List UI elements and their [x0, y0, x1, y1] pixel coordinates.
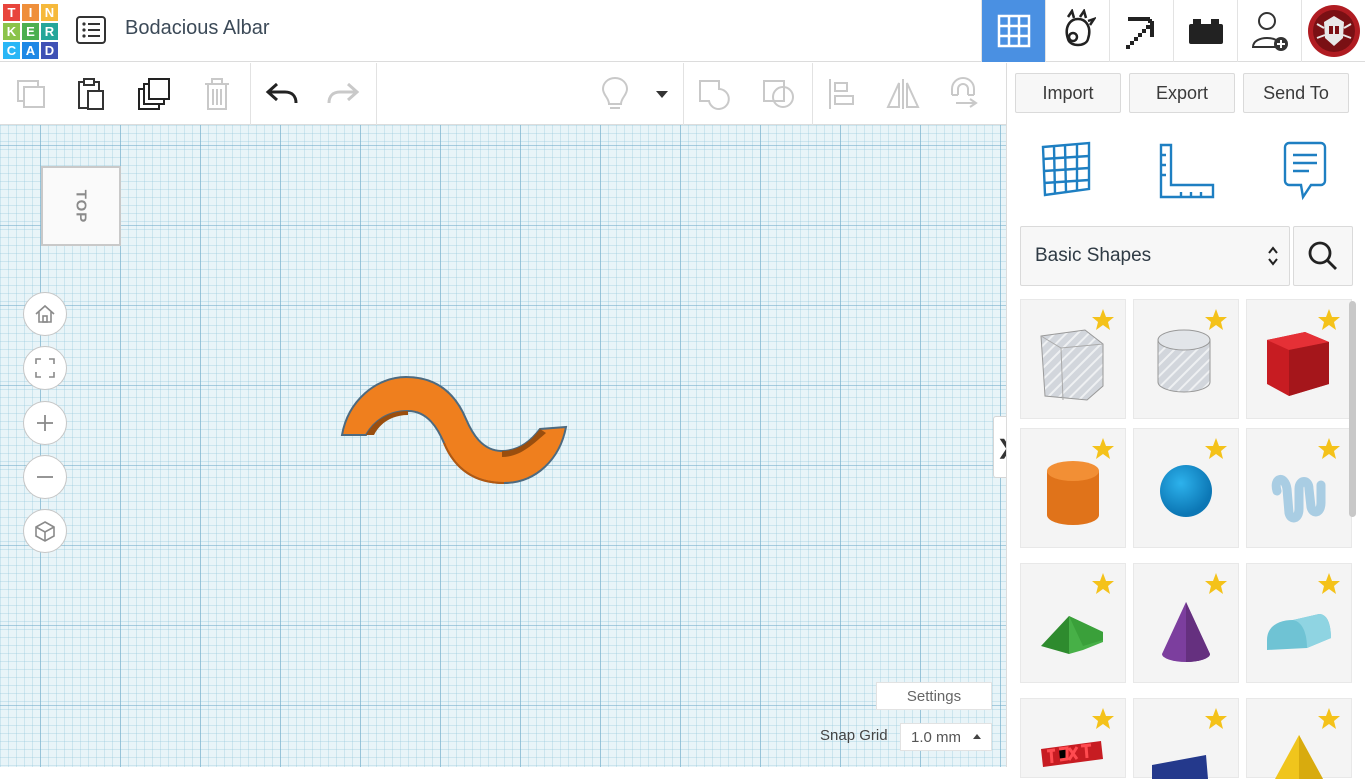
workplane-grid-icon[interactable] [1039, 141, 1093, 204]
wedge-shape[interactable] [1133, 698, 1239, 779]
logo-letter: K [2, 22, 21, 41]
zoom-in-icon[interactable] [23, 401, 67, 445]
zoom-out-icon[interactable] [23, 455, 67, 499]
view-cube[interactable]: TOP [41, 166, 121, 246]
toolbar-divider [812, 63, 813, 125]
fit-view-icon[interactable] [23, 346, 67, 390]
text-shape[interactable] [1020, 698, 1126, 778]
group-icon[interactable] [696, 75, 734, 113]
shapes-scrollbar[interactable] [1349, 301, 1356, 517]
tinkercad-logo[interactable]: T I N K E R C A D [2, 3, 59, 60]
logo-letter: A [21, 41, 40, 60]
export-button[interactable]: Export [1129, 73, 1235, 113]
logo-letter: I [21, 3, 40, 22]
ungroup-icon[interactable] [760, 75, 798, 113]
dropdown-caret-icon[interactable] [644, 75, 680, 113]
mirror-icon[interactable] [884, 75, 922, 113]
minecraft-pickaxe-icon[interactable] [1109, 0, 1173, 62]
toolbar-divider [376, 63, 377, 125]
box-hole-shape[interactable] [1020, 299, 1126, 419]
codeblocks-icon[interactable] [1045, 0, 1109, 62]
home-view-icon[interactable] [23, 292, 67, 336]
snap-grid-label: Snap Grid [820, 727, 888, 744]
ruler-icon[interactable] [1157, 141, 1217, 206]
logo-letter: E [21, 22, 40, 41]
select-arrows-icon [1268, 246, 1278, 266]
top-navigation [981, 0, 1365, 62]
align-icon[interactable] [822, 75, 860, 113]
roof-shape[interactable] [1020, 563, 1126, 683]
snap-grid-select[interactable]: 1.0 mm [900, 723, 992, 751]
perspective-view-icon[interactable] [23, 509, 67, 553]
cylinder-hole-shape[interactable] [1133, 299, 1239, 419]
lego-brick-icon[interactable] [1173, 0, 1237, 62]
import-button[interactable]: Import [1015, 73, 1121, 113]
magnet-icon[interactable] [944, 75, 982, 113]
right-panel: Import Export Send To Basic Shapes [1006, 63, 1365, 779]
top-bar: T I N K E R C A D Bodacious Albar [0, 0, 1365, 62]
scribble-shape[interactable] [1246, 428, 1352, 548]
undo-icon[interactable] [263, 75, 301, 113]
redo-icon[interactable] [324, 75, 362, 113]
view-cube-label: TOP [72, 189, 90, 223]
sphere-shape[interactable] [1133, 428, 1239, 548]
user-avatar[interactable] [1301, 0, 1365, 62]
notes-icon[interactable] [1281, 141, 1329, 206]
cone-shape[interactable] [1133, 563, 1239, 683]
settings-button[interactable]: Settings [876, 682, 992, 710]
lightbulb-icon[interactable] [596, 75, 634, 113]
design-list-icon[interactable] [76, 16, 106, 44]
document-title[interactable]: Bodacious Albar [125, 17, 270, 40]
pyramid-shape[interactable] [1246, 698, 1352, 779]
delete-icon[interactable] [198, 75, 236, 113]
snap-grid-value: 1.0 mm [911, 728, 962, 746]
workplane-canvas[interactable]: TOP Settings Snap Grid 1.0 mm [0, 125, 1006, 767]
edit-toolbar [0, 63, 1006, 125]
logo-letter: C [2, 41, 21, 60]
toolbar-divider [683, 63, 684, 125]
3d-design-grid-icon[interactable] [981, 0, 1045, 62]
box-shape[interactable] [1246, 299, 1352, 419]
logo-letter: N [40, 3, 59, 22]
caret-up-icon [973, 734, 981, 739]
paste-icon[interactable] [72, 75, 110, 113]
invite-user-icon[interactable] [1237, 0, 1301, 62]
toolbar-divider [250, 63, 251, 125]
search-icon[interactable] [1293, 226, 1353, 286]
shape-category-value: Basic Shapes [1035, 245, 1152, 266]
shape-category-select[interactable]: Basic Shapes [1020, 226, 1290, 286]
logo-letter: D [40, 41, 59, 60]
send-to-button[interactable]: Send To [1243, 73, 1349, 113]
copy-icon[interactable] [12, 75, 50, 113]
wave-scribble-object[interactable] [336, 371, 572, 489]
round-roof-shape[interactable] [1246, 563, 1352, 683]
cylinder-shape[interactable] [1020, 428, 1126, 548]
logo-letter: R [40, 22, 59, 41]
logo-letter: T [2, 3, 21, 22]
duplicate-icon[interactable] [136, 75, 174, 113]
